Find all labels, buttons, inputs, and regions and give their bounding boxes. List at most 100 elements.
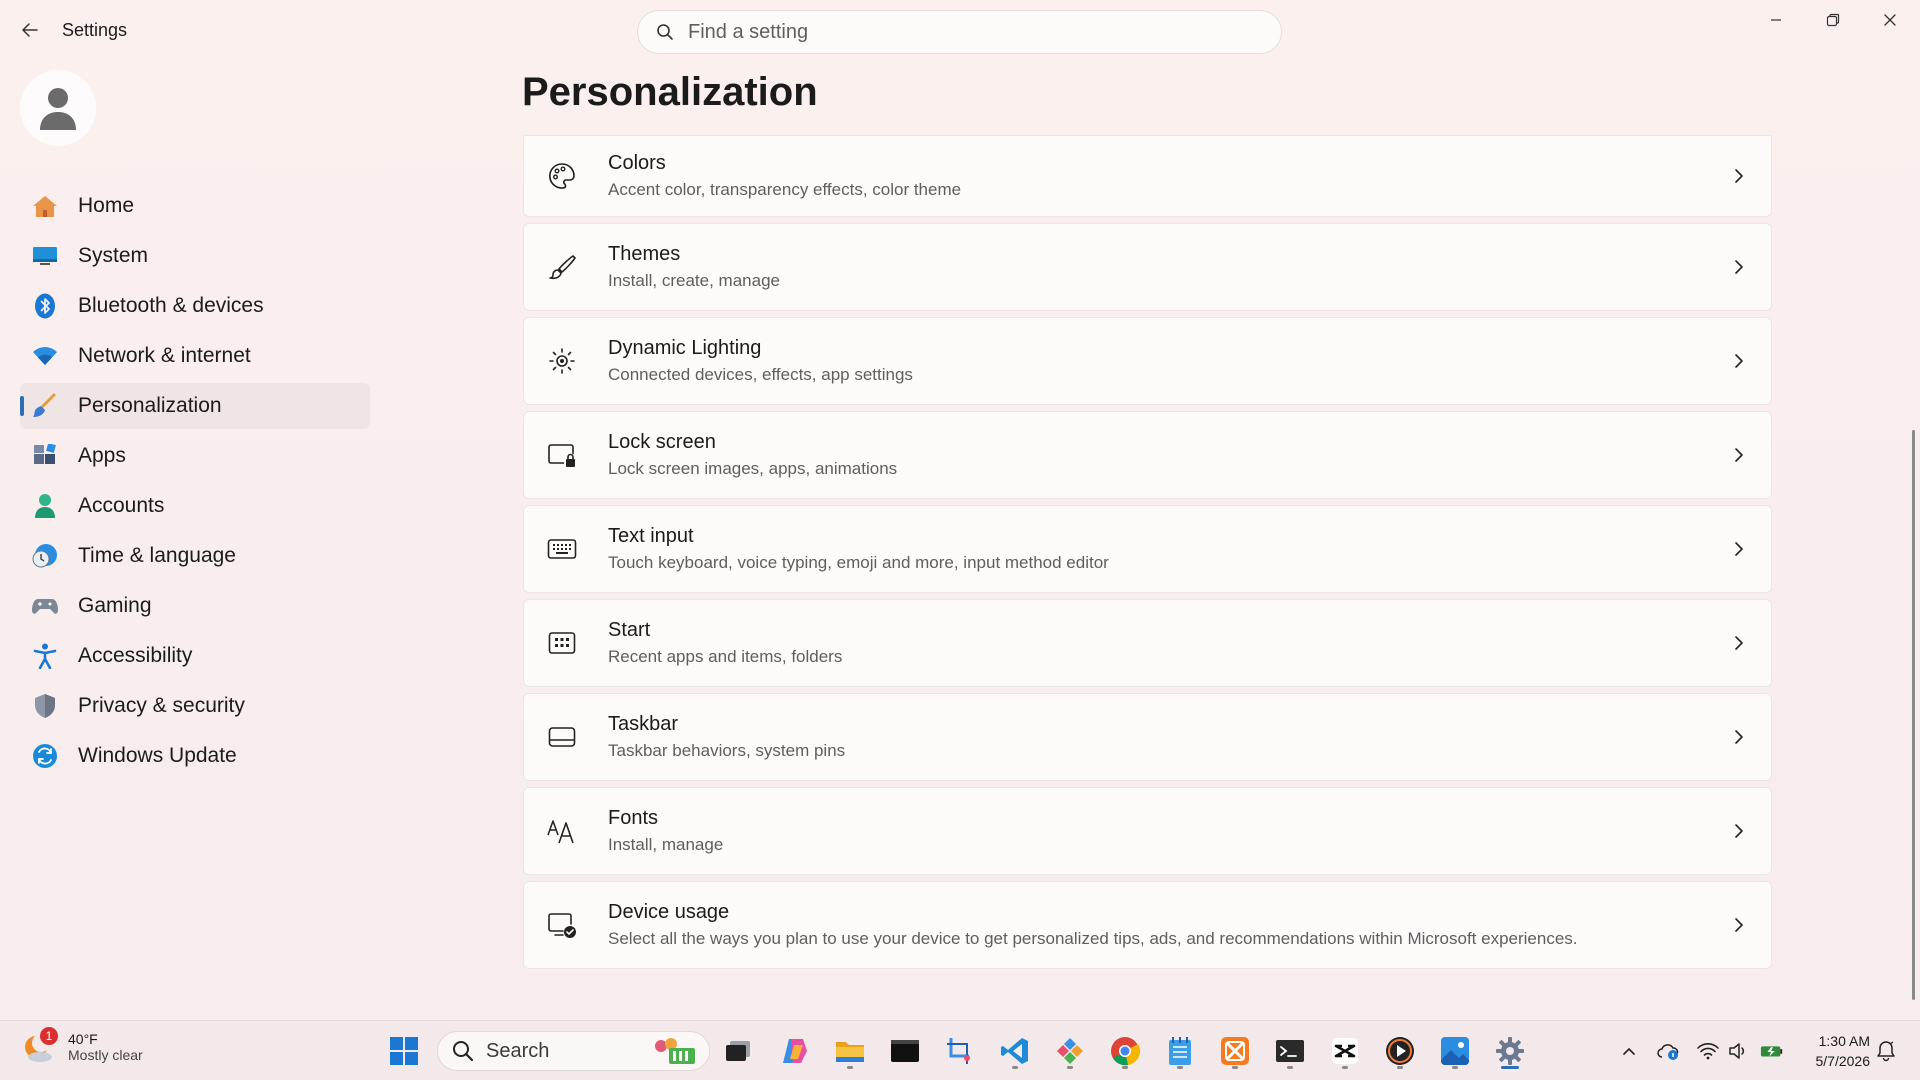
- sidebar-item-label: System: [78, 244, 149, 267]
- sidebar-item-label: Home: [78, 194, 135, 217]
- setting-card-colors[interactable]: Colors Accent color, transparency effects…: [523, 135, 1772, 217]
- tray-volume[interactable]: [1726, 1039, 1750, 1063]
- chevron-up-icon: [1623, 1047, 1635, 1055]
- setting-card-fonts[interactable]: Fonts Install, manage: [523, 787, 1772, 875]
- restore-button[interactable]: [1805, 0, 1861, 40]
- taskbar-photos[interactable]: [1435, 1031, 1475, 1071]
- sidebar-item-label: Bluetooth & devices: [78, 294, 264, 317]
- clock-date: 5/7/2026: [1815, 1053, 1871, 1069]
- xampp-icon: [1221, 1037, 1249, 1065]
- setting-card-device-usage[interactable]: Device usage Select all the ways you plan…: [523, 881, 1772, 969]
- taskbar-notepad[interactable]: [1160, 1031, 1200, 1071]
- taskbar-copilot[interactable]: [775, 1031, 815, 1071]
- show-hidden-icons-button[interactable]: [1617, 1039, 1641, 1063]
- taskbar-vscode[interactable]: [995, 1031, 1035, 1071]
- tray-onedrive[interactable]: [1656, 1039, 1680, 1063]
- lock-screen-icon: [544, 437, 580, 473]
- close-icon: [1884, 14, 1896, 26]
- search-input[interactable]: [688, 20, 1248, 44]
- apps-icon: [32, 443, 58, 469]
- notepad-icon: [1169, 1037, 1191, 1065]
- sidebar-item-label: Time & language: [78, 544, 236, 567]
- taskbar-snipping-tool[interactable]: [940, 1031, 980, 1071]
- card-title: Device usage: [608, 901, 730, 923]
- minimize-button[interactable]: [1748, 0, 1804, 40]
- page-title: Personalization: [522, 70, 818, 114]
- system-clock[interactable]: 1:30 AM 5/7/2026: [1790, 1031, 1871, 1071]
- vertical-scrollbar[interactable]: [1912, 430, 1915, 1000]
- weather-temperature: 40°F: [68, 1031, 98, 1047]
- vscode-icon: [1001, 1038, 1028, 1064]
- setting-card-themes[interactable]: Themes Install, create, manage: [523, 223, 1772, 311]
- sidebar-item-accessibility[interactable]: Accessibility: [20, 633, 370, 679]
- taskbar: 1 40°F Mostly clear Search 1:30 AM 5/7/2…: [0, 1020, 1920, 1080]
- sidebar-item-bluetooth[interactable]: Bluetooth & devices: [20, 283, 370, 329]
- card-title: Themes: [608, 243, 681, 265]
- fonts-icon: [544, 813, 580, 849]
- notification-button[interactable]: [1874, 1039, 1898, 1063]
- search-icon: [453, 1041, 474, 1062]
- running-indicator: [1177, 1066, 1183, 1069]
- setting-card-dynamic-lighting[interactable]: Dynamic Lighting Connected devices, effec…: [523, 317, 1772, 405]
- setting-card-taskbar[interactable]: Taskbar Taskbar behaviors, system pins: [523, 693, 1772, 781]
- taskbar-git-app[interactable]: [1050, 1031, 1090, 1071]
- running-indicator: [1232, 1066, 1238, 1069]
- start-icon: [544, 625, 580, 661]
- tray-network[interactable]: [1696, 1039, 1720, 1063]
- close-button[interactable]: [1862, 0, 1918, 40]
- taskbar-terminal-app[interactable]: [885, 1031, 925, 1071]
- card-subtitle: Lock screen images, apps, animations: [608, 459, 898, 478]
- weather-condition: Mostly clear: [68, 1047, 143, 1063]
- card-subtitle: Taskbar behaviors, system pins: [608, 741, 846, 760]
- terminal-icon: [1276, 1040, 1304, 1062]
- taskbar-media-player[interactable]: [1380, 1031, 1420, 1071]
- taskbar-capcut[interactable]: [1325, 1031, 1365, 1071]
- taskbar-command-prompt[interactable]: [1270, 1031, 1310, 1071]
- setting-card-start[interactable]: Start Recent apps and items, folders: [523, 599, 1772, 687]
- setting-card-text-input[interactable]: Text input Touch keyboard, voice typing, …: [523, 505, 1772, 593]
- wifi-icon: [32, 343, 58, 369]
- sidebar-item-home[interactable]: Home: [20, 183, 370, 229]
- card-title: Lock screen: [608, 431, 716, 453]
- start-button[interactable]: [384, 1031, 424, 1071]
- user-avatar[interactable]: [20, 70, 96, 146]
- sidebar-item-apps[interactable]: Apps: [20, 433, 370, 479]
- setting-card-lock-screen[interactable]: Lock screen Lock screen images, apps, ani…: [523, 411, 1772, 499]
- sidebar-item-gaming[interactable]: Gaming: [20, 583, 370, 629]
- sidebar-item-network[interactable]: Network & internet: [20, 333, 370, 379]
- card-title: Text input: [608, 525, 694, 547]
- sidebar-item-accounts[interactable]: Accounts: [20, 483, 370, 529]
- accessibility-icon: [32, 643, 58, 669]
- taskbar-file-explorer[interactable]: [830, 1031, 870, 1071]
- task-view-button[interactable]: [718, 1031, 758, 1071]
- moon-cloud-icon: 1: [22, 1027, 58, 1065]
- back-button[interactable]: [14, 14, 46, 46]
- sidebar-item-privacy-security[interactable]: Privacy & security: [20, 683, 370, 729]
- card-title: Taskbar: [608, 713, 679, 735]
- sidebar-item-system[interactable]: System: [20, 233, 370, 279]
- photos-icon: [1441, 1037, 1469, 1065]
- running-indicator: [1287, 1066, 1293, 1069]
- sidebar-item-personalization[interactable]: Personalization: [20, 383, 370, 429]
- sidebar-item-label: Personalization: [78, 394, 222, 417]
- taskbar-search-label: Search: [486, 1039, 550, 1062]
- taskbar-xampp[interactable]: [1215, 1031, 1255, 1071]
- settings-search[interactable]: [637, 10, 1282, 54]
- battery-charging-icon: [1760, 1046, 1783, 1057]
- diamond-app-icon: [1057, 1038, 1083, 1064]
- tray-battery[interactable]: [1760, 1039, 1784, 1063]
- lighting-icon: [544, 343, 580, 379]
- sidebar-item-time-language[interactable]: Time & language: [20, 533, 370, 579]
- chevron-right-icon: [1735, 918, 1743, 932]
- taskbar-chrome[interactable]: [1105, 1031, 1145, 1071]
- taskbar-search[interactable]: Search: [437, 1031, 710, 1071]
- capcut-icon: [1332, 1038, 1358, 1064]
- sidebar-item-windows-update[interactable]: Windows Update: [20, 733, 370, 779]
- card-subtitle: Recent apps and items, folders: [608, 647, 843, 666]
- taskbar-settings[interactable]: [1490, 1031, 1530, 1071]
- chrome-icon: [1111, 1037, 1140, 1066]
- restore-icon: [1826, 13, 1840, 27]
- search-icon: [657, 24, 673, 40]
- update-icon: [32, 743, 58, 769]
- weather-widget[interactable]: 1 40°F Mostly clear: [22, 1027, 143, 1065]
